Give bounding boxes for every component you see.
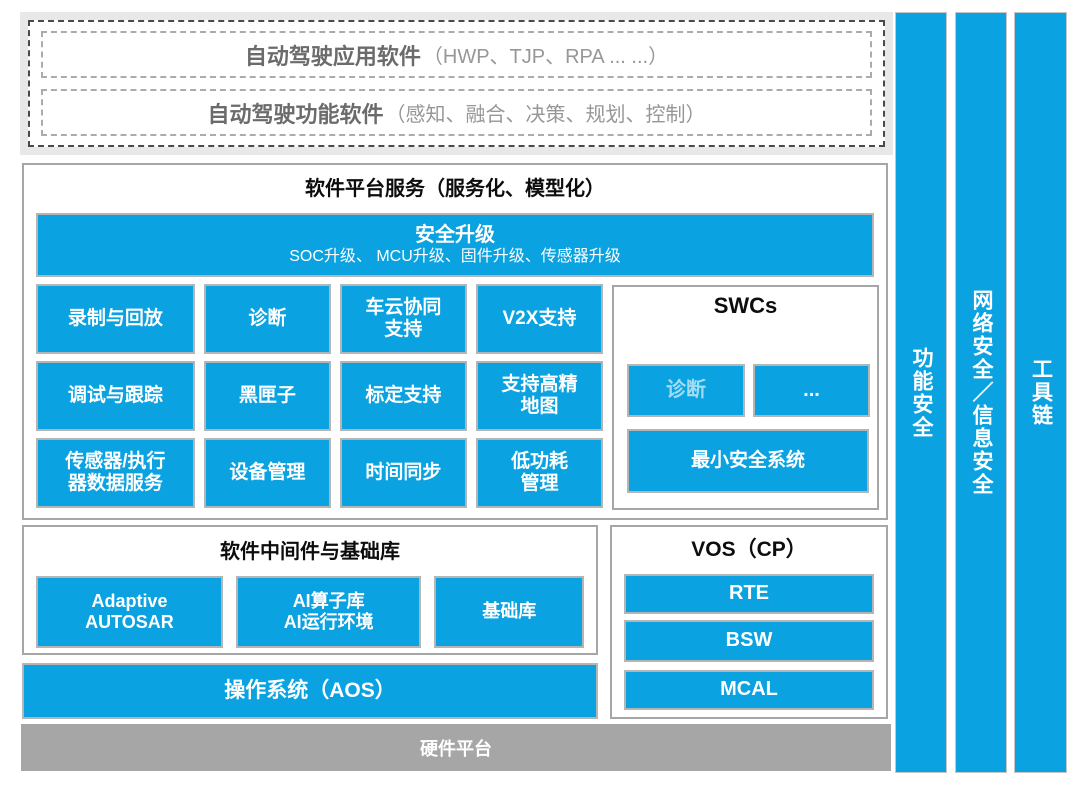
middleware-items-row: Adaptive AUTOSAR AI算子库 AI运行环境 基础库 bbox=[36, 576, 584, 648]
service-box-low-power: 低功耗 管理 bbox=[476, 438, 603, 508]
vos-title: VOS（CP） bbox=[612, 533, 886, 563]
platform-title: 软件平台服务（服务化、模型化） bbox=[24, 172, 886, 201]
app-software-layer: 自动驾驶应用软件 （HWP、TJP、RPA ... ...） bbox=[41, 31, 872, 78]
network-information-security-bar: 网络安全／信息安全 bbox=[955, 12, 1007, 773]
vos-item-mcal: MCAL bbox=[624, 670, 874, 710]
swcs-box: SWCs 诊断 ... 最小安全系统 bbox=[612, 285, 879, 510]
service-box-diagnosis: 诊断 bbox=[204, 284, 331, 354]
operating-system-aos-bar: 操作系统（AOS） bbox=[22, 663, 598, 719]
middleware-box: 软件中间件与基础库 Adaptive AUTOSAR AI算子库 AI运行环境 … bbox=[22, 525, 598, 655]
service-box-sensor-actuator-data: 传感器/执行 器数据服务 bbox=[36, 438, 195, 508]
service-box-v2x: V2X支持 bbox=[476, 284, 603, 354]
middleware-title: 软件中间件与基础库 bbox=[24, 535, 596, 564]
app-software-title: 自动驾驶应用软件 bbox=[245, 39, 421, 71]
app-software-note: （HWP、TJP、RPA ... ...） bbox=[423, 40, 668, 69]
architecture-diagram: 自动驾驶应用软件 （HWP、TJP、RPA ... ...） 自动驾驶功能软件 … bbox=[0, 0, 1080, 786]
security-upgrade-banner: 安全升级 SOC升级、 MCU升级、固件升级、传感器升级 bbox=[36, 213, 874, 277]
swcs-title: SWCs bbox=[614, 293, 877, 319]
vos-item-rte: RTE bbox=[624, 574, 874, 614]
function-software-title: 自动驾驶功能软件 bbox=[207, 97, 383, 129]
swc-more-box: ... bbox=[753, 364, 870, 417]
service-box-vehicle-cloud: 车云协同 支持 bbox=[340, 284, 467, 354]
toolchain-bar: 工具链 bbox=[1014, 12, 1067, 773]
vos-item-bsw: BSW bbox=[624, 620, 874, 662]
service-box-record-replay: 录制与回放 bbox=[36, 284, 195, 354]
function-software-layer: 自动驾驶功能软件 （感知、融合、决策、规划、控制） bbox=[41, 89, 872, 136]
minimal-safety-system-box: 最小安全系统 bbox=[627, 429, 869, 493]
software-platform-services-box: 软件平台服务（服务化、模型化） 安全升级 SOC升级、 MCU升级、固件升级、传… bbox=[22, 163, 888, 520]
functional-safety-bar: 功能安全 bbox=[895, 12, 947, 773]
service-box-debug-trace: 调试与跟踪 bbox=[36, 361, 195, 431]
swc-diagnosis-box: 诊断 bbox=[627, 364, 745, 417]
hardware-platform-bar: 硬件平台 bbox=[21, 724, 891, 771]
function-software-note: （感知、融合、决策、规划、控制） bbox=[386, 98, 706, 127]
service-box-device-management: 设备管理 bbox=[204, 438, 331, 508]
vos-cp-box: VOS（CP） RTE BSW MCAL bbox=[610, 525, 888, 719]
middleware-item-base-library: 基础库 bbox=[434, 576, 584, 648]
service-box-time-sync: 时间同步 bbox=[340, 438, 467, 508]
service-box-hd-map: 支持高精 地图 bbox=[476, 361, 603, 431]
middleware-item-ai-operator-runtime: AI算子库 AI运行环境 bbox=[236, 576, 421, 648]
service-box-calibration: 标定支持 bbox=[340, 361, 467, 431]
autonomous-driving-layers-panel: 自动驾驶应用软件 （HWP、TJP、RPA ... ...） 自动驾驶功能软件 … bbox=[20, 12, 893, 155]
application-layers-dashed-frame: 自动驾驶应用软件 （HWP、TJP、RPA ... ...） 自动驾驶功能软件 … bbox=[28, 20, 885, 147]
service-box-blackbox: 黑匣子 bbox=[204, 361, 331, 431]
security-upgrade-title: 安全升级 bbox=[415, 223, 495, 247]
platform-service-grid: 录制与回放 诊断 车云协同 支持 V2X支持 调试与跟踪 黑匣子 标定支持 支持… bbox=[36, 284, 603, 508]
security-upgrade-subtitle: SOC升级、 MCU升级、固件升级、传感器升级 bbox=[289, 247, 621, 268]
middleware-item-adaptive-autosar: Adaptive AUTOSAR bbox=[36, 576, 223, 648]
